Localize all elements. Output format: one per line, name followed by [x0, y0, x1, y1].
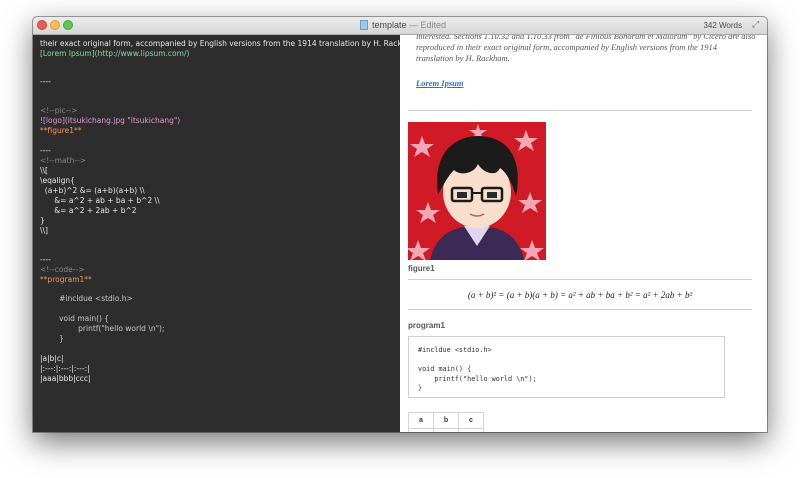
preview-paragraph: interested. Sections 1.10.32 and 1.10.33… — [416, 35, 756, 63]
editor-line: } — [40, 334, 64, 343]
editor-line: (a+b)^2 &= (a+b)(a+b) \\ — [40, 186, 145, 195]
table-header-cell: a — [408, 412, 434, 429]
markdown-editor[interactable]: their exact original form, accompanied b… — [33, 35, 400, 432]
editor-line: ---- — [40, 77, 51, 86]
table-header-cell: b — [433, 412, 459, 429]
program-caption: program1 — [408, 321, 445, 330]
figure-caption: figure1 — [408, 264, 435, 273]
table-cell: ccc — [458, 428, 484, 432]
editor-line: printf("hello world \n"); — [40, 324, 165, 333]
editor-line: |aaa|bbb|ccc| — [40, 374, 91, 383]
editor-line: |a|b|c| — [40, 354, 64, 363]
editor-line: their exact original form, accompanied b… — [40, 39, 400, 48]
table-row: aaa bbb ccc — [408, 428, 484, 432]
document-name[interactable]: template — [372, 20, 407, 30]
editor-line: } — [40, 216, 45, 225]
table-header-cell: c — [458, 412, 484, 429]
table-header-row: a b c — [408, 412, 484, 429]
editor-line: [Lorem Ipsum](http://www.lipsum.com/) — [40, 49, 190, 58]
editor-line: **program1** — [40, 275, 92, 284]
divider — [408, 279, 752, 280]
editor-line: ---- — [40, 146, 51, 155]
editor-line: <!--math--> — [40, 156, 86, 165]
minimize-window-button[interactable] — [50, 20, 60, 30]
data-table: a b c aaa bbb ccc — [408, 412, 484, 432]
edited-status: — Edited — [409, 20, 447, 30]
table-cell: bbb — [433, 428, 459, 432]
close-window-button[interactable] — [37, 20, 47, 30]
editor-line: &= a^2 + 2ab + b^2 — [40, 206, 137, 215]
lorem-ipsum-link[interactable]: Lorem Ipsum — [416, 78, 463, 88]
title-bar: template — Edited 342 Words ⤢ — [33, 17, 767, 35]
document-icon — [360, 20, 368, 30]
window-title: template — Edited — [360, 19, 446, 32]
table-cell: aaa — [408, 428, 434, 432]
code-block: #incldue <stdio.h> void main() { printf(… — [408, 336, 725, 398]
fullscreen-icon[interactable]: ⤢ — [752, 20, 761, 29]
editor-line: **figure1** — [40, 126, 82, 135]
editor-line: \eqalign{ — [40, 176, 75, 185]
editor-line: <!--code--> — [40, 265, 85, 274]
editor-line: &= a^2 + ab + ba + b^2 \\ — [40, 196, 160, 205]
word-count: 342 Words — [703, 21, 742, 30]
editor-line: \\] — [40, 226, 48, 235]
editor-line: ![logo](itsukichang.jpg "itsukichang") — [40, 116, 181, 125]
editor-line: ---- — [40, 255, 51, 264]
editor-line: \\[ — [40, 166, 48, 175]
divider — [408, 110, 752, 111]
editor-line: <!--pic--> — [40, 106, 78, 115]
markdown-preview: interested. Sections 1.10.32 and 1.10.33… — [400, 35, 767, 432]
app-window: template — Edited 342 Words ⤢ their exac… — [33, 17, 767, 432]
editor-line: void main() { — [40, 314, 110, 323]
avatar-image — [408, 122, 546, 260]
math-equation: (a + b)² = (a + b)(a + b) = a² + ab + ba… — [467, 290, 693, 300]
editor-line: |:---:|:---:|:---:| — [40, 364, 90, 373]
editor-line: #incldue <stdio.h> — [40, 294, 133, 303]
zoom-window-button[interactable] — [63, 20, 73, 30]
divider — [408, 309, 752, 310]
